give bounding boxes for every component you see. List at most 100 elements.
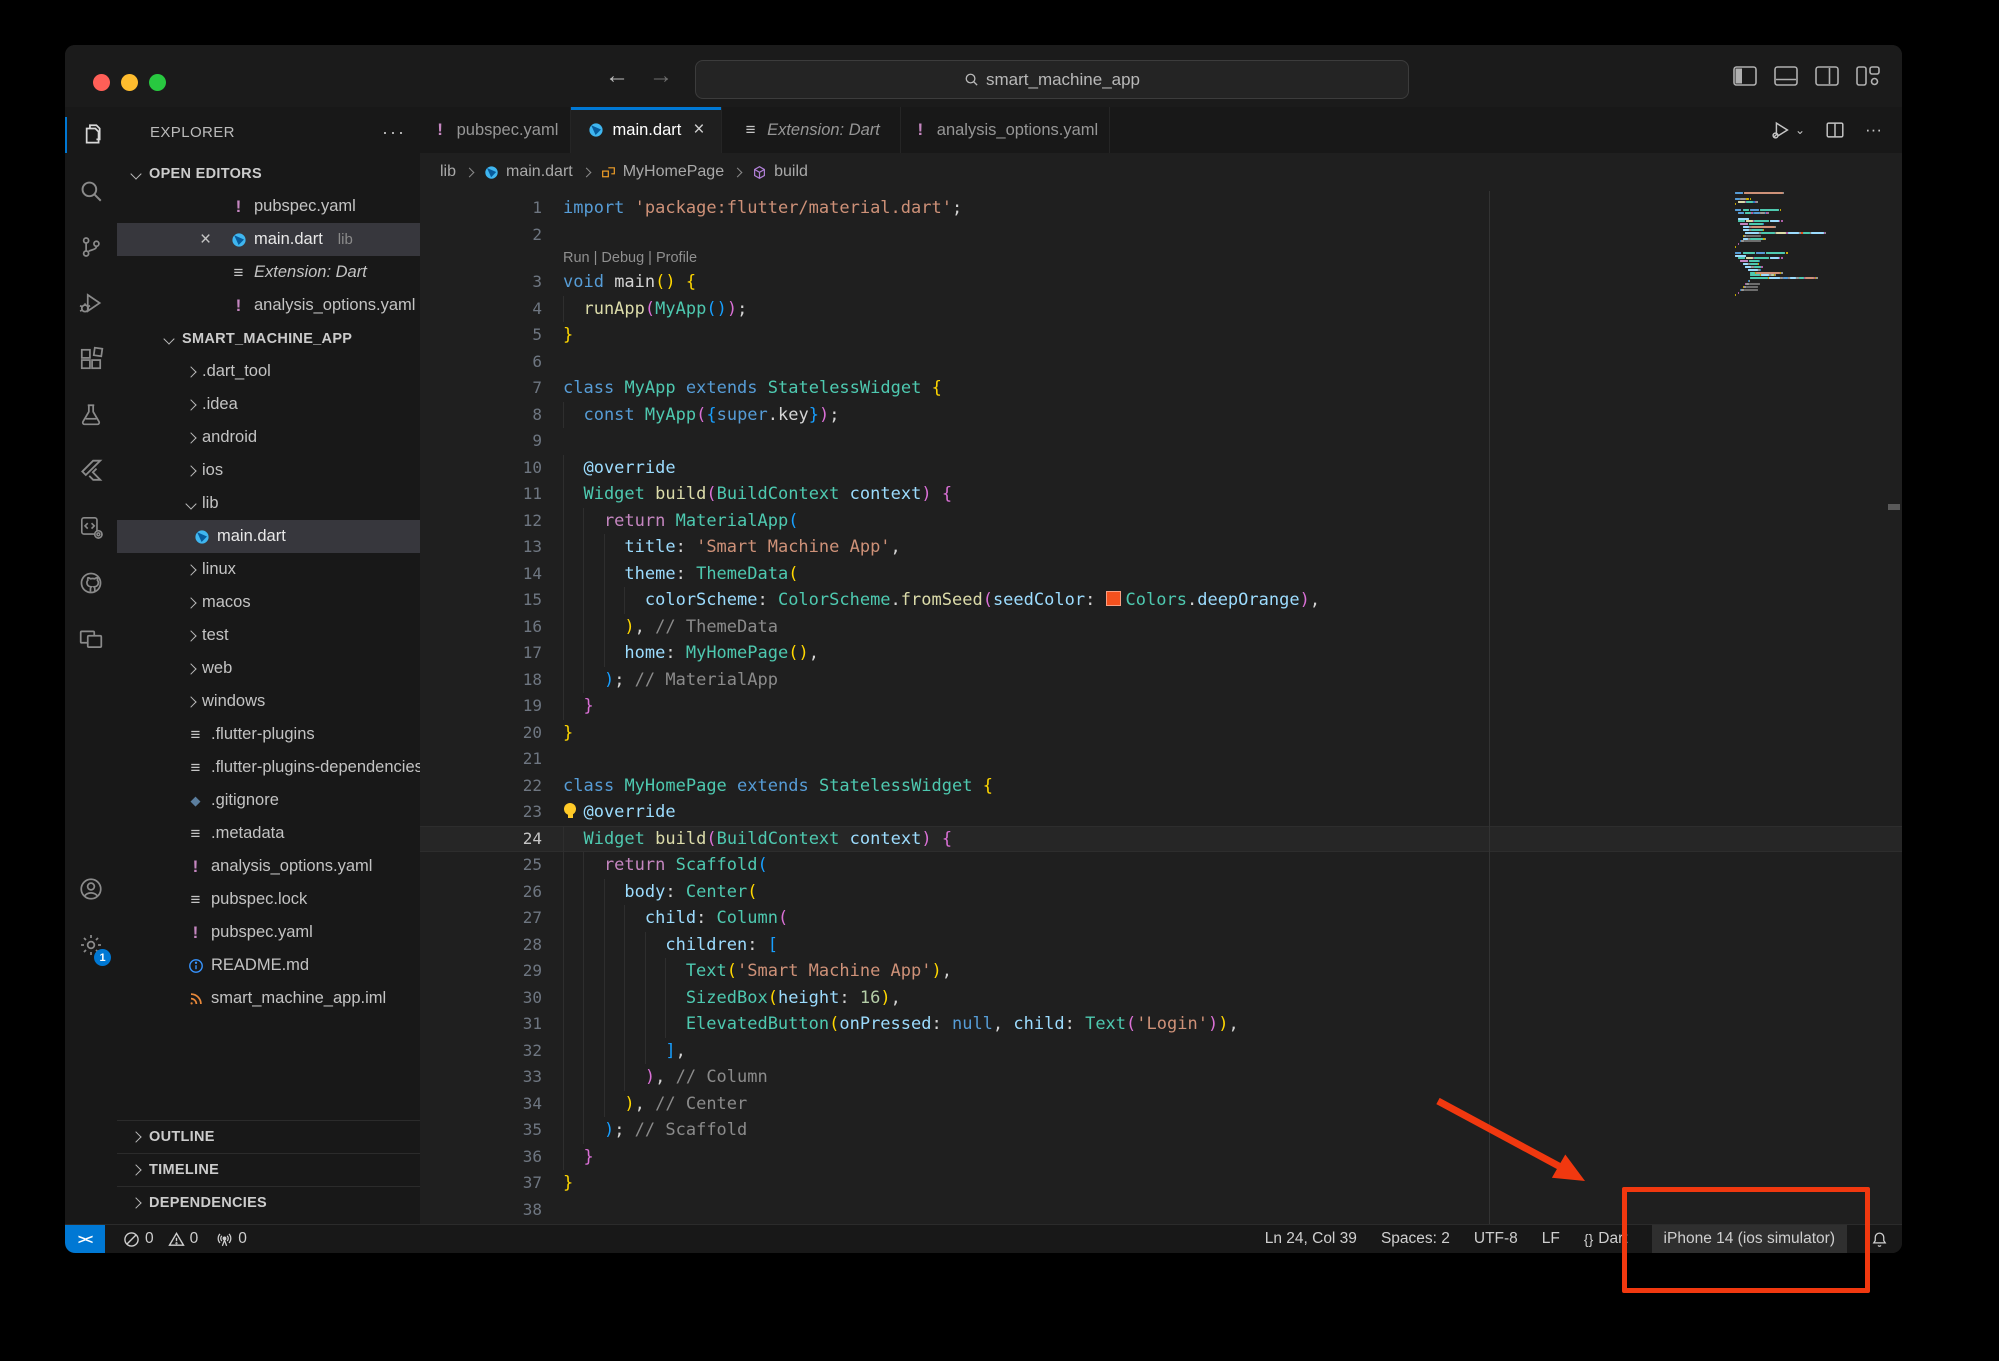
testing-icon[interactable] (65, 387, 117, 443)
breadcrumb-item-build[interactable]: build (751, 163, 808, 181)
window-controls (93, 74, 166, 91)
dart-file-icon (588, 122, 605, 139)
minimap-line (1735, 255, 1885, 257)
code-editor[interactable]: 1import 'package:flutter/material.dart';… (420, 191, 1902, 1225)
problems-status[interactable]: 0 0 (123, 1230, 198, 1248)
tree-item-android[interactable]: android (117, 421, 420, 454)
section-timeline[interactable]: TIMELINE (117, 1153, 420, 1186)
encoding-status[interactable]: UTF-8 (1474, 1230, 1518, 1248)
open-editor-main-dart[interactable]: ×main.dartlib (117, 223, 420, 256)
section-outline[interactable]: OUTLINE (117, 1120, 420, 1153)
tree-item-pubspec-yaml[interactable]: !pubspec.yaml (117, 916, 420, 949)
back-icon[interactable]: ← (605, 62, 629, 90)
section-dependencies[interactable]: DEPENDENCIES (117, 1186, 420, 1219)
screen: ← → smart_machine_app 1 EXPLORER ··· (0, 0, 1999, 1361)
ports-status[interactable]: 0 (216, 1230, 247, 1248)
tree-item-ios[interactable]: ios (117, 454, 420, 487)
line-number: 10 (420, 455, 542, 482)
indentation-status[interactable]: Spaces: 2 (1381, 1230, 1450, 1248)
sidebar-title: EXPLORER (150, 124, 235, 141)
tree-item-pubspec-lock[interactable]: ≡pubspec.lock (117, 883, 420, 916)
tree-item-smart-machine-app-iml[interactable]: smart_machine_app.iml (117, 982, 420, 1015)
tree-item--idea[interactable]: .idea (117, 388, 420, 421)
tree-item-web[interactable]: web (117, 652, 420, 685)
run-or-debug-icon[interactable]: ⌄ (1770, 119, 1805, 141)
cursor-position-status[interactable]: Ln 24, Col 39 (1265, 1230, 1357, 1248)
extensions-icon[interactable] (65, 331, 117, 387)
search-icon[interactable] (65, 163, 117, 219)
command-center-search[interactable]: smart_machine_app (695, 60, 1409, 99)
code-line-9: 9 (420, 428, 1902, 455)
tab-extension-dart[interactable]: ≡Extension: Dart (722, 107, 901, 153)
code-line-28: 28 children: [ (420, 932, 1902, 959)
tree-item-windows[interactable]: windows (117, 685, 420, 718)
tree-item--dart-tool[interactable]: .dart_tool (117, 355, 420, 388)
tree-item-label: .gitignore (211, 791, 279, 810)
tree-item-label: README.md (211, 956, 309, 975)
project-root-header[interactable]: SMART_MACHINE_APP (117, 322, 420, 355)
minimap-line (1735, 277, 1885, 279)
maximize-window-button[interactable] (149, 74, 166, 91)
tree-item-label: .flutter-plugins (211, 725, 315, 744)
account-icon[interactable] (65, 861, 117, 917)
line-number: 24 (420, 826, 542, 853)
tree-item-readme-md[interactable]: README.md (117, 949, 420, 982)
minimap[interactable] (1735, 192, 1885, 300)
github-icon[interactable] (65, 555, 117, 611)
scrollbar-marker[interactable] (1888, 504, 1900, 510)
toggle-secondary-sidebar-icon[interactable] (1815, 66, 1839, 86)
customize-layout-icon[interactable] (1856, 66, 1880, 86)
tree-item-test[interactable]: test (117, 619, 420, 652)
run-and-debug-icon[interactable] (65, 275, 117, 331)
breadcrumb: lib main.dart MyHomePage build (420, 153, 1902, 191)
minimize-window-button[interactable] (121, 74, 138, 91)
open-editor-pubspec-yaml[interactable]: !pubspec.yaml (117, 190, 420, 223)
language-status[interactable]: {} Dart (1584, 1230, 1628, 1248)
activity-bar: 1 (65, 107, 118, 1225)
breadcrumb-separator-icon (465, 167, 475, 177)
code-line-22: 22class MyHomePage extends StatelessWidg… (420, 773, 1902, 800)
toggle-sidebar-icon[interactable] (1733, 66, 1757, 86)
breadcrumb-item-main-dart[interactable]: main.dart (483, 163, 573, 181)
remote-explorer-icon[interactable] (65, 611, 117, 667)
tree-item-main-dart[interactable]: main.dart (117, 520, 420, 553)
explorer-icon[interactable] (65, 107, 117, 163)
explorer-actions-icon[interactable]: ··· (382, 122, 406, 143)
open-editor-analysis-options-yaml[interactable]: !analysis_options.yaml (117, 289, 420, 322)
tab-main-dart[interactable]: main.dart× (571, 107, 722, 153)
tree-item-analysis-options-yaml[interactable]: !analysis_options.yaml (117, 850, 420, 883)
open-editor-suffix: lib (338, 231, 353, 248)
breadcrumb-item-myhomepage[interactable]: MyHomePage (600, 163, 724, 181)
tree-item--flutter-plugins-dependencies[interactable]: ≡.flutter-plugins-dependencies (117, 751, 420, 784)
open-editor-extension-dart[interactable]: ≡Extension: Dart (117, 256, 420, 289)
split-editor-icon[interactable] (1824, 119, 1846, 141)
list-file-icon: ≡ (187, 891, 204, 908)
yaml-file-icon: ! (187, 924, 204, 941)
tab-pubspec-yaml[interactable]: !pubspec.yaml (420, 107, 571, 153)
tree-item--flutter-plugins[interactable]: ≡.flutter-plugins (117, 718, 420, 751)
tree-item--metadata[interactable]: ≡.metadata (117, 817, 420, 850)
source-control-icon[interactable] (65, 219, 117, 275)
breadcrumb-item-lib[interactable]: lib (440, 163, 456, 181)
codelens-run-debug-profile[interactable]: Run | Debug | Profile (420, 248, 1902, 269)
breadcrumb-separator-icon (733, 167, 743, 177)
flutter-icon[interactable] (65, 443, 117, 499)
more-actions-icon[interactable]: ··· (1865, 120, 1882, 140)
minimap-line (1735, 272, 1885, 274)
tree-item-lib[interactable]: lib (117, 487, 420, 520)
toggle-panel-icon[interactable] (1774, 66, 1798, 86)
tree-item-macos[interactable]: macos (117, 586, 420, 619)
open-editors-header[interactable]: OPEN EDITORS (117, 157, 420, 190)
tree-item--gitignore[interactable]: ◆.gitignore (117, 784, 420, 817)
forward-icon[interactable]: → (649, 62, 673, 90)
remote-indicator[interactable]: >< (65, 1225, 105, 1253)
close-window-button[interactable] (93, 74, 110, 91)
tab-analysis-options-yaml[interactable]: !analysis_options.yaml (901, 107, 1110, 153)
bell-icon[interactable] (1871, 1231, 1888, 1248)
code-line-4: 4 runApp(MyApp()); (420, 296, 1902, 323)
devtools-icon[interactable] (65, 499, 117, 555)
settings-gear-icon[interactable]: 1 (65, 917, 117, 973)
tree-item-linux[interactable]: linux (117, 553, 420, 586)
eol-status[interactable]: LF (1542, 1230, 1560, 1248)
sidebar-header: EXPLORER ··· (117, 107, 420, 157)
